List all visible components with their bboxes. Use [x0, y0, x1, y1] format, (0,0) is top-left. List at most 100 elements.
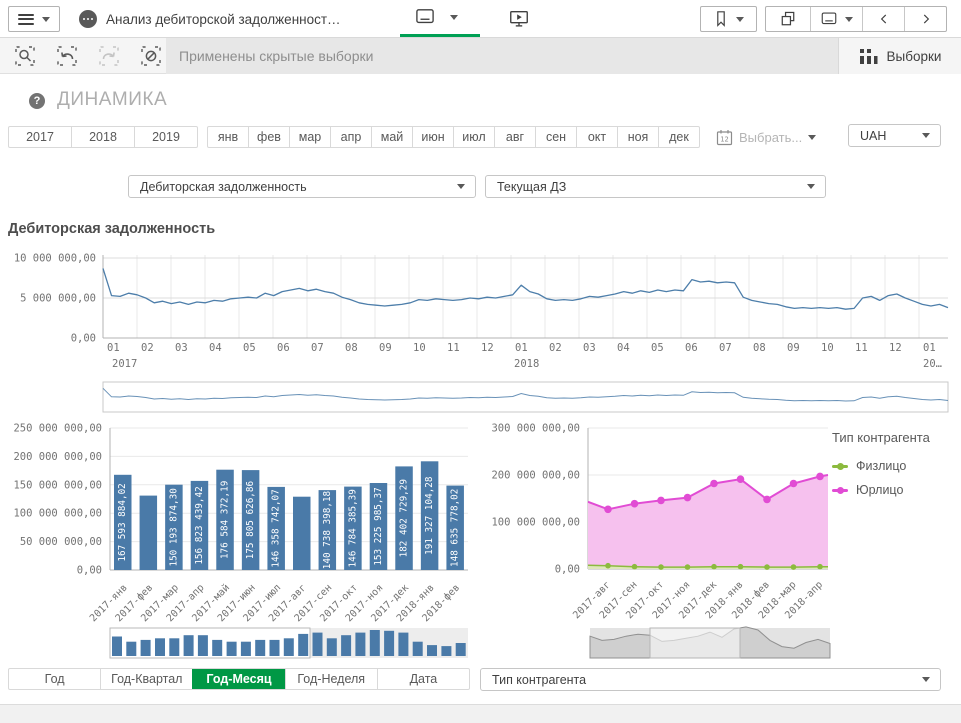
period-button-Год[interactable]: Год	[9, 669, 100, 689]
date-picker[interactable]: 12 Выбрать...	[716, 126, 816, 148]
month-filter-июн[interactable]: июн	[412, 127, 453, 147]
svg-text:03: 03	[175, 342, 188, 354]
svg-text:12: 12	[889, 342, 902, 354]
step-forward-button[interactable]	[88, 38, 130, 74]
svg-text:167 593 884,02: 167 593 884,02	[117, 483, 128, 561]
month-filter-дек[interactable]: дек	[658, 127, 699, 147]
svg-text:06: 06	[277, 342, 290, 354]
sheet-icon	[414, 8, 436, 26]
year-filter-2019[interactable]: 2019	[134, 127, 197, 147]
svg-text:20…: 20…	[923, 358, 942, 370]
presentation-icon	[508, 8, 530, 30]
svg-text:02: 02	[141, 342, 154, 354]
svg-text:182 402 729,29: 182 402 729,29	[399, 479, 410, 557]
app-title: Анализ дебиторской задолженност…	[106, 12, 341, 27]
sheet-selector-button[interactable]	[414, 8, 458, 26]
chevron-down-icon	[922, 677, 930, 682]
sheet-view-button[interactable]	[810, 7, 862, 31]
svg-text:01: 01	[515, 342, 528, 354]
svg-text:200 000 000,00: 200 000 000,00	[13, 451, 102, 463]
chevron-left-icon	[877, 12, 891, 26]
svg-text:10 000 000,00: 10 000 000,00	[14, 253, 96, 265]
app-thumbnail-icon[interactable]	[79, 10, 97, 28]
currency-dropdown[interactable]: UAH	[848, 124, 941, 147]
chevron-down-icon	[845, 17, 853, 22]
year-filter-listbox: 201720182019	[8, 126, 198, 148]
redo-arrow-icon	[97, 44, 121, 68]
smart-search-button[interactable]	[4, 38, 46, 74]
bookmark-button-group	[700, 6, 757, 32]
svg-text:2018: 2018	[514, 358, 539, 370]
period-button-Дата[interactable]: Дата	[377, 669, 469, 689]
sheet-toolbar-group	[765, 6, 947, 32]
month-filter-мар[interactable]: мар	[289, 127, 330, 147]
month-filter-фев[interactable]: фев	[248, 127, 289, 147]
month-filter-сен[interactable]: сен	[535, 127, 576, 147]
chevron-down-icon	[808, 135, 816, 140]
measure-dropdown[interactable]: Дебиторская задолженность	[128, 175, 476, 198]
line-chart-title: Дебиторская задолженность	[8, 221, 215, 237]
svg-text:156 823 439,42: 156 823 439,42	[194, 486, 205, 564]
bookmarks-button[interactable]	[701, 7, 756, 31]
month-filter-ноя[interactable]: ноя	[617, 127, 658, 147]
counterparty-type-dropdown[interactable]: Тип контрагента	[480, 668, 941, 691]
month-filter-июл[interactable]: июл	[453, 127, 494, 147]
svg-text:5 000 000,00: 5 000 000,00	[20, 293, 96, 305]
svg-text:176 584 372,19: 176 584 372,19	[220, 481, 231, 559]
chevron-down-icon	[450, 15, 458, 20]
svg-text:09: 09	[379, 342, 392, 354]
month-filter-окт[interactable]: окт	[576, 127, 617, 147]
chevron-right-icon	[919, 12, 933, 26]
next-sheet-button[interactable]	[904, 7, 946, 31]
svg-text:06: 06	[685, 342, 698, 354]
svg-text:300 000 000,00: 300 000 000,00	[491, 423, 580, 435]
month-filter-янв[interactable]: янв	[208, 127, 248, 147]
period-button-Год-Неделя[interactable]: Год-Неделя	[285, 669, 377, 689]
footer-strip	[0, 704, 961, 723]
year-filter-2017[interactable]: 2017	[9, 127, 71, 147]
svg-text:100 000 000,00: 100 000 000,00	[491, 517, 580, 529]
chevron-down-icon	[42, 17, 50, 22]
app-window: Анализ дебиторской задолженност…	[0, 0, 961, 723]
svg-text:10: 10	[821, 342, 834, 354]
svg-text:146 784 385,39: 146 784 385,39	[347, 489, 358, 567]
hidden-selections-message: Применены скрытые выборки	[166, 38, 838, 74]
receivables-bar-chart[interactable]: 250 000 000,00200 000 000,00150 000 000,…	[8, 420, 475, 665]
month-filter-апр[interactable]: апр	[330, 127, 371, 147]
date-picker-label: Выбрать...	[739, 130, 802, 145]
svg-text:04: 04	[617, 342, 630, 354]
legend-item-Физлицо[interactable]: Физлицо	[832, 459, 930, 473]
submeasure-dropdown[interactable]: Текущая ДЗ	[485, 175, 826, 198]
global-menu-button[interactable]	[8, 6, 60, 32]
month-filter-listbox: янвфевмарапрмайиюниюлавгсеноктноядек	[207, 126, 700, 148]
month-filter-май[interactable]: май	[371, 127, 412, 147]
search-icon	[13, 44, 37, 68]
svg-text:146 358 742,07: 146 358 742,07	[271, 489, 282, 567]
legend-marker-icon	[832, 465, 848, 468]
svg-text:0,00: 0,00	[71, 333, 96, 345]
year-filter-2018[interactable]: 2018	[71, 127, 134, 147]
calendar-day-number: 12	[720, 135, 728, 143]
active-tab-underline	[400, 34, 480, 37]
svg-text:05: 05	[243, 342, 256, 354]
help-icon[interactable]: ?	[29, 93, 45, 109]
duplicate-sheet-button[interactable]	[766, 7, 810, 31]
counterparty-type-value: Тип контрагента	[481, 673, 922, 687]
receivables-line-chart[interactable]: 0102030405060708091011120102030405060708…	[8, 240, 953, 418]
hamburger-icon	[18, 14, 34, 25]
svg-text:08: 08	[345, 342, 358, 354]
presentation-mode-button[interactable]	[508, 8, 530, 35]
step-back-button[interactable]	[46, 38, 88, 74]
legend-item-Юрлицо[interactable]: Юрлицо	[832, 483, 930, 497]
svg-text:50 000 000,00: 50 000 000,00	[20, 536, 102, 548]
selections-tool-button[interactable]: Выборки	[838, 38, 961, 74]
svg-text:153 225 985,37: 153 225 985,37	[373, 487, 384, 565]
previous-sheet-button[interactable]	[862, 7, 904, 31]
period-button-Год-Месяц[interactable]: Год-Месяц	[192, 669, 284, 689]
selections-grid-icon	[859, 48, 878, 65]
period-button-Год-Квартал[interactable]: Год-Квартал	[100, 669, 192, 689]
chevron-down-icon	[807, 184, 815, 189]
month-filter-авг[interactable]: авг	[494, 127, 535, 147]
svg-text:07: 07	[311, 342, 324, 354]
top-navbar: Анализ дебиторской задолженност…	[0, 0, 961, 38]
